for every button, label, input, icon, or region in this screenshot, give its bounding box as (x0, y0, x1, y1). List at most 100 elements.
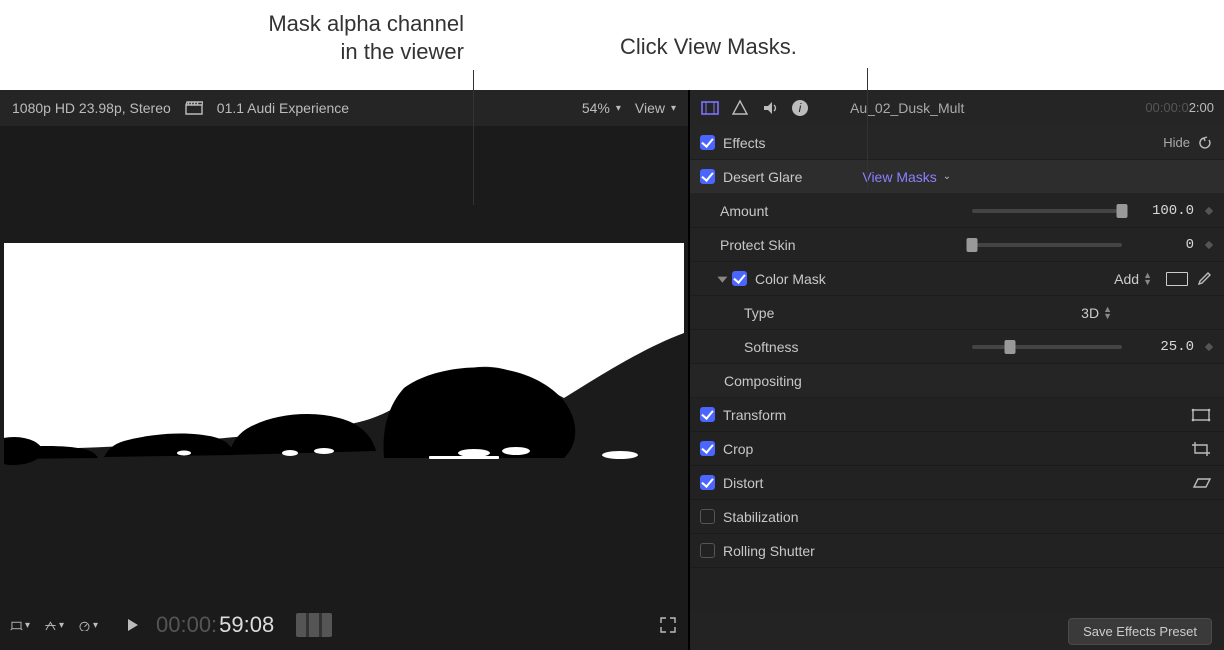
type-dropdown[interactable]: 3D ▲▼ (1081, 305, 1112, 321)
view-label: View (635, 100, 665, 116)
param-label: Color Mask (755, 271, 826, 287)
reset-icon[interactable] (1198, 136, 1212, 150)
speed-tool-icon[interactable]: ▾ (78, 615, 98, 635)
chevron-down-icon: ▾ (25, 620, 30, 631)
transform-icon[interactable] (1190, 407, 1212, 423)
section-stabilization[interactable]: Stabilization (690, 500, 1224, 534)
crop-icon[interactable] (1190, 441, 1212, 457)
add-label: Add (1114, 271, 1139, 287)
info-inspector-tab[interactable]: i (790, 98, 810, 118)
retime-tool-icon[interactable]: ▾ (44, 615, 64, 635)
amount-value[interactable]: 100.0 (1134, 203, 1194, 219)
inspector-panel: i Au_02_Dusk_Mult 00:00:02:00 Effects Hi… (688, 90, 1224, 650)
crop-tool-icon[interactable]: ▾ (10, 615, 30, 635)
section-crop[interactable]: Crop (690, 432, 1224, 466)
hide-button[interactable]: Hide (1163, 135, 1190, 150)
section-compositing[interactable]: Compositing (690, 364, 1224, 398)
param-label: Type (744, 305, 774, 321)
callout-text: Mask alpha channel (268, 10, 464, 38)
callout-view-masks: Click View Masks. (620, 33, 797, 61)
effect-name: Desert Glare (723, 169, 802, 185)
transform-checkbox[interactable] (700, 407, 715, 422)
tc-dim: 00:00:0 (1145, 100, 1188, 115)
section-label: Distort (723, 475, 763, 491)
annotation-layer: Mask alpha channel in the viewer Click V… (0, 0, 1224, 90)
audio-skimming-icon[interactable] (296, 613, 332, 637)
zoom-dropdown[interactable]: 54% ▾ (582, 100, 621, 116)
chevron-down-icon: ⌄ (943, 171, 951, 182)
add-mask-dropdown[interactable]: Add ▲▼ (1114, 271, 1152, 287)
param-protect-skin: Protect Skin 0 (690, 228, 1224, 262)
section-label: Stabilization (723, 509, 799, 525)
section-label: Crop (723, 441, 753, 457)
type-value: 3D (1081, 305, 1099, 321)
section-transform[interactable]: Transform (690, 398, 1224, 432)
section-label: Compositing (724, 373, 802, 389)
timecode-dim: 00:00: (156, 612, 217, 638)
keyframe-icon[interactable] (1205, 240, 1213, 248)
effects-label: Effects (723, 135, 766, 151)
stepper-icon: ▲▼ (1103, 306, 1112, 320)
video-inspector-tab[interactable] (700, 98, 720, 118)
effect-row-desert-glare[interactable]: Desert Glare View Masks ⌄ (690, 160, 1224, 194)
fullscreen-icon[interactable] (658, 615, 678, 635)
play-button[interactable] (122, 615, 142, 635)
view-dropdown[interactable]: View ▾ (635, 100, 676, 116)
rolling-shutter-checkbox[interactable] (700, 543, 715, 558)
callout-mask-alpha: Mask alpha channel in the viewer (268, 10, 464, 65)
callout-text: in the viewer (268, 38, 464, 66)
section-label: Transform (723, 407, 786, 423)
param-softness: Softness 25.0 (690, 330, 1224, 364)
inspector-footer: Save Effects Preset (690, 612, 1224, 650)
distort-checkbox[interactable] (700, 475, 715, 490)
stabilization-checkbox[interactable] (700, 509, 715, 524)
color-inspector-tab[interactable] (730, 98, 750, 118)
viewer-footer: ▾ ▾ ▾ 00:00:59:08 (0, 600, 688, 650)
mask-alpha-preview (4, 173, 684, 553)
effects-section-header[interactable]: Effects Hide (690, 126, 1224, 160)
clapperboard-icon (185, 101, 203, 115)
color-mask-checkbox[interactable] (732, 271, 747, 286)
view-masks-label: View Masks (862, 169, 936, 185)
param-label: Amount (720, 203, 768, 219)
view-masks-dropdown[interactable]: View Masks ⌄ (862, 169, 951, 185)
format-label: 1080p HD 23.98p, Stereo (12, 100, 171, 116)
eyedropper-icon[interactable] (1196, 271, 1212, 287)
softness-value[interactable]: 25.0 (1134, 339, 1194, 355)
crop-checkbox[interactable] (700, 441, 715, 456)
section-label: Rolling Shutter (723, 543, 815, 559)
section-distort[interactable]: Distort (690, 466, 1224, 500)
protect-skin-slider[interactable] (972, 243, 1122, 247)
distort-icon[interactable] (1190, 475, 1212, 491)
softness-slider[interactable] (972, 345, 1122, 349)
chevron-down-icon: ▾ (616, 103, 621, 114)
inspector-timecode: 00:00:02:00 (1145, 100, 1214, 116)
tc-bright: 2:00 (1189, 100, 1214, 115)
mask-swatch-icon[interactable] (1166, 272, 1188, 286)
keyframe-icon[interactable] (1205, 206, 1213, 214)
chevron-down-icon: ▾ (671, 103, 676, 114)
svg-text:i: i (799, 101, 802, 115)
timecode-bright: 59:08 (219, 612, 274, 638)
chevron-down-icon: ▾ (93, 620, 98, 631)
section-rolling-shutter[interactable]: Rolling Shutter (690, 534, 1224, 568)
inspector-header: i Au_02_Dusk_Mult 00:00:02:00 (690, 90, 1224, 126)
param-color-mask: Color Mask Add ▲▼ (690, 262, 1224, 296)
inspector-body: Effects Hide Desert Glare View Masks ⌄ A… (690, 126, 1224, 612)
viewer-header: 1080p HD 23.98p, Stereo 01.1 Audi Experi… (0, 90, 688, 126)
callout-leader (473, 70, 474, 205)
param-type: Type 3D ▲▼ (690, 296, 1224, 330)
viewer-canvas[interactable] (0, 126, 688, 600)
audio-inspector-tab[interactable] (760, 98, 780, 118)
keyframe-icon[interactable] (1205, 342, 1213, 350)
param-amount: Amount 100.0 (690, 194, 1224, 228)
param-label: Protect Skin (720, 237, 795, 253)
protect-skin-value[interactable]: 0 (1134, 237, 1194, 253)
effects-checkbox[interactable] (700, 135, 715, 150)
timecode-display[interactable]: 00:00:59:08 (156, 612, 274, 638)
amount-slider[interactable] (972, 209, 1122, 213)
save-effects-preset-button[interactable]: Save Effects Preset (1068, 618, 1212, 645)
disclosure-triangle-icon[interactable] (717, 276, 727, 282)
zoom-value: 54% (582, 100, 610, 116)
effect-enable-checkbox[interactable] (700, 169, 715, 184)
